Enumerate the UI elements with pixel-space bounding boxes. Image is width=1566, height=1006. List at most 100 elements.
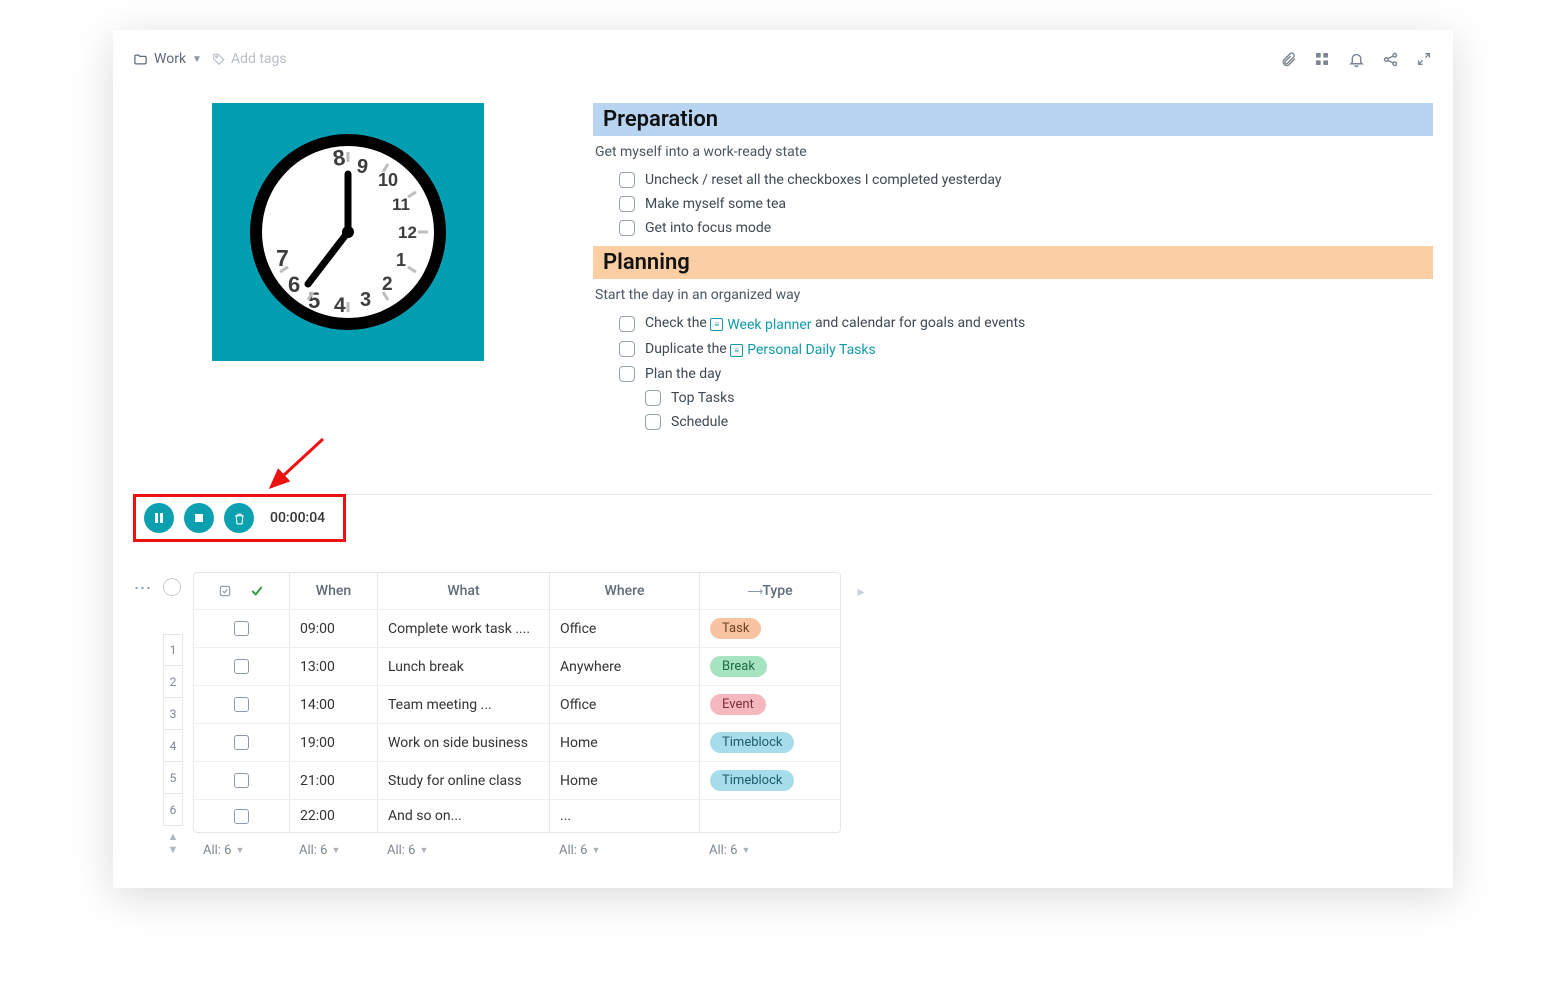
checkbox[interactable]: [619, 196, 635, 212]
footer-summary[interactable]: All: 6▼: [289, 843, 377, 858]
column-header-where[interactable]: Where: [550, 573, 700, 609]
planning-item[interactable]: Plan the day: [593, 362, 1433, 386]
cell-where: Office: [550, 686, 700, 723]
cell-what: Work on side business: [378, 724, 550, 761]
add-column[interactable]: ▸: [851, 572, 871, 858]
checkbox[interactable]: [645, 414, 661, 430]
cell-when: 21:00: [290, 762, 378, 799]
preparation-item[interactable]: Make myself some tea: [593, 192, 1433, 216]
timer-display: 00:00:04: [270, 510, 325, 526]
table-row[interactable]: 22:00And so on......: [194, 799, 840, 832]
checkbox-label: Make myself some tea: [645, 196, 786, 212]
cell-where: Home: [550, 724, 700, 761]
svg-text:5: 5: [308, 288, 320, 313]
cell-what: And so on...: [378, 800, 550, 832]
svg-text:11: 11: [392, 195, 410, 214]
clock-illustration: 8 9 10 11 12 1 2 3 4 5 6 7: [212, 103, 484, 361]
svg-text:1: 1: [396, 250, 406, 270]
cell-when: 22:00: [290, 800, 378, 832]
cell-when: 14:00: [290, 686, 378, 723]
select-all-circle[interactable]: [163, 578, 181, 596]
svg-text:10: 10: [378, 170, 398, 190]
cell-what: Study for online class: [378, 762, 550, 799]
cell-when: 13:00: [290, 648, 378, 685]
cell-what: Team meeting ...: [378, 686, 550, 723]
delete-button[interactable]: [224, 503, 254, 533]
cell-type: Timeblock: [700, 724, 840, 761]
preparation-item[interactable]: Uncheck / reset all the checkboxes I com…: [593, 168, 1433, 192]
row-checkbox[interactable]: [234, 659, 249, 674]
row-checkbox[interactable]: [234, 735, 249, 750]
table-row[interactable]: 14:00Team meeting ...OfficeEvent: [194, 685, 840, 723]
svg-text:12: 12: [398, 223, 417, 242]
checkbox-label: Get into focus mode: [645, 220, 771, 236]
row-index: 2: [163, 666, 183, 698]
add-tags[interactable]: Add tags: [212, 51, 287, 67]
doc-icon: ≡: [730, 344, 743, 357]
checkbox[interactable]: [619, 366, 635, 382]
row-index: 4: [163, 730, 183, 762]
planning-subtitle: Start the day in an organized way: [595, 287, 1433, 303]
checkbox-label: Top Tasks: [671, 390, 734, 406]
folder-icon: [133, 52, 148, 67]
attachment-icon[interactable]: [1279, 50, 1297, 68]
link-icon: ⟶: [747, 585, 755, 598]
annotation-arrow: [263, 435, 333, 499]
checkbox-label: Plan the day: [645, 366, 721, 382]
table-row[interactable]: 19:00Work on side businessHomeTimeblock: [194, 723, 840, 761]
column-header-type[interactable]: ⟶ Type: [700, 573, 840, 609]
folder-selector[interactable]: Work ▼: [133, 51, 202, 67]
share-icon[interactable]: [1381, 50, 1399, 68]
checkbox-label: Schedule: [671, 414, 728, 430]
checkbox[interactable]: [619, 341, 635, 357]
personal-daily-tasks-link[interactable]: ≡Personal Daily Tasks: [730, 342, 876, 358]
more-menu[interactable]: ⋯: [133, 572, 153, 599]
row-index: 6: [163, 794, 183, 826]
checkbox-label: Duplicate the ≡Personal Daily Tasks: [645, 341, 876, 359]
column-header-when[interactable]: When: [290, 573, 378, 609]
table-row[interactable]: 21:00Study for online classHomeTimeblock: [194, 761, 840, 799]
checkbox[interactable]: [645, 390, 661, 406]
planning-subitem[interactable]: Schedule: [593, 410, 1433, 434]
checkmark-icon: [249, 583, 265, 599]
apps-icon[interactable]: [1313, 50, 1331, 68]
cell-where: Anywhere: [550, 648, 700, 685]
cell-where: ...: [550, 800, 700, 832]
folder-label: Work: [154, 51, 186, 67]
checkbox-label: Check the ≡Week planner and calendar for…: [645, 315, 1025, 333]
footer-summary[interactable]: All: 6▼: [699, 843, 839, 858]
cell-when: 19:00: [290, 724, 378, 761]
add-tags-label: Add tags: [231, 51, 287, 67]
timer-controls: 00:00:04: [133, 494, 346, 542]
checkbox[interactable]: [619, 220, 635, 236]
cell-what: Lunch break: [378, 648, 550, 685]
row-checkbox[interactable]: [234, 809, 249, 824]
row-checkbox[interactable]: [234, 621, 249, 636]
expand-icon[interactable]: [1415, 50, 1433, 68]
checkbox-label: Uncheck / reset all the checkboxes I com…: [645, 172, 1002, 188]
row-checkbox[interactable]: [234, 697, 249, 712]
planning-item[interactable]: Check the ≡Week planner and calendar for…: [593, 311, 1433, 337]
footer-summary[interactable]: All: 6▼: [549, 843, 699, 858]
checkbox[interactable]: [619, 172, 635, 188]
footer-summary[interactable]: All: 6▼: [193, 843, 289, 858]
table-row[interactable]: 09:00Complete work task ....OfficeTask: [194, 609, 840, 647]
planning-item[interactable]: Duplicate the ≡Personal Daily Tasks: [593, 337, 1433, 363]
preparation-item[interactable]: Get into focus mode: [593, 216, 1433, 240]
column-header-what[interactable]: What: [378, 573, 550, 609]
doc-icon: ≡: [710, 318, 723, 331]
table-row[interactable]: 13:00Lunch breakAnywhereBreak: [194, 647, 840, 685]
svg-text:6: 6: [288, 272, 300, 297]
cell-type: Event: [700, 686, 840, 723]
checkbox[interactable]: [619, 316, 635, 332]
week-planner-link[interactable]: ≡Week planner: [710, 317, 811, 333]
footer-summary[interactable]: All: 6▼: [377, 843, 549, 858]
sort-toggle[interactable]: ▲▼: [163, 830, 183, 856]
bell-icon[interactable]: [1347, 50, 1365, 68]
row-index: 3: [163, 698, 183, 730]
row-checkbox[interactable]: [234, 773, 249, 788]
cell-when: 09:00: [290, 610, 378, 647]
pause-button[interactable]: [144, 503, 174, 533]
planning-subitem[interactable]: Top Tasks: [593, 386, 1433, 410]
stop-button[interactable]: [184, 503, 214, 533]
